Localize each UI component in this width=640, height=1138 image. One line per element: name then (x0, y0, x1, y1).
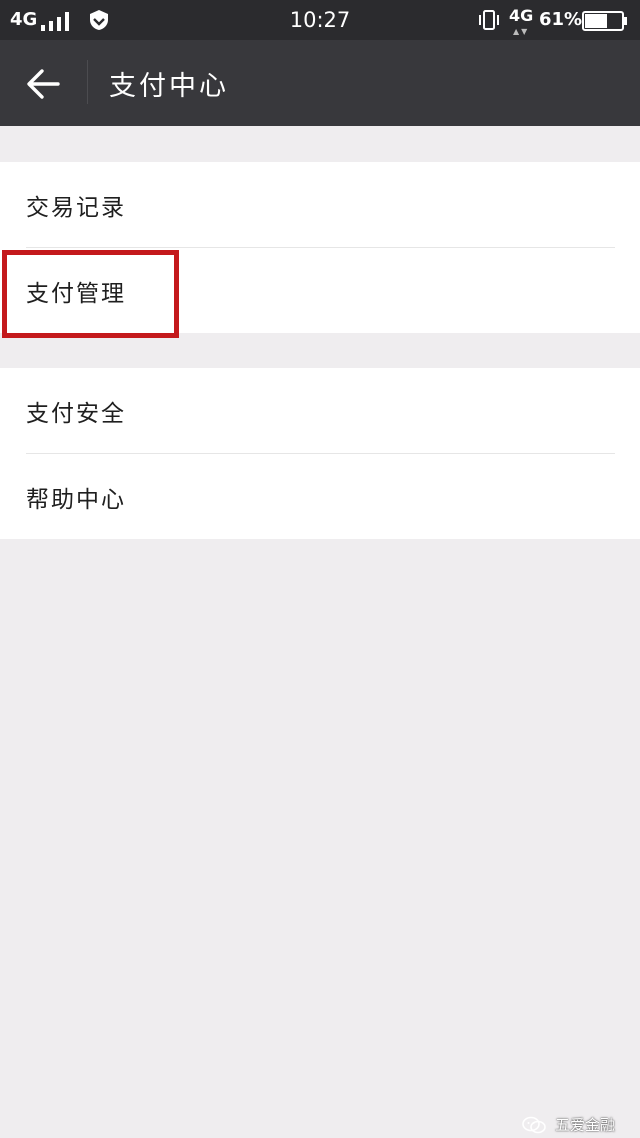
vibrate-icon (479, 10, 499, 30)
menu-item-label: 支付安全 (26, 401, 126, 427)
menu-group-1: 交易记录 支付管理 (0, 162, 640, 333)
battery-percentage: 61% (539, 9, 583, 30)
app-bar-divider (87, 60, 88, 104)
menu-item-payment-management[interactable]: 支付管理 (0, 248, 640, 333)
menu-item-payment-security[interactable]: 支付安全 (0, 368, 640, 453)
page-title: 支付中心 (109, 71, 229, 102)
network-type-right: 4G (509, 6, 534, 25)
battery-icon (582, 11, 627, 31)
menu-item-label: 交易记录 (26, 195, 126, 221)
back-arrow-icon[interactable] (24, 64, 64, 104)
menu-item-transaction-records[interactable]: 交易记录 (0, 162, 640, 247)
menu-item-label: 支付管理 (26, 281, 126, 307)
wechat-icon (522, 1116, 546, 1134)
app-bar: 支付中心 (0, 40, 640, 126)
menu-group-2: 支付安全 帮助中心 (0, 368, 640, 539)
watermark-text: 五爱金融 (555, 1116, 616, 1134)
data-arrows-icon: ▲▼ (513, 27, 530, 36)
menu-item-help-center[interactable]: 帮助中心 (0, 454, 640, 539)
status-bar: 4G 10:27 4G ▲▼ 61% (0, 0, 640, 40)
menu-item-label: 帮助中心 (26, 487, 126, 513)
battery-fill (585, 14, 607, 28)
